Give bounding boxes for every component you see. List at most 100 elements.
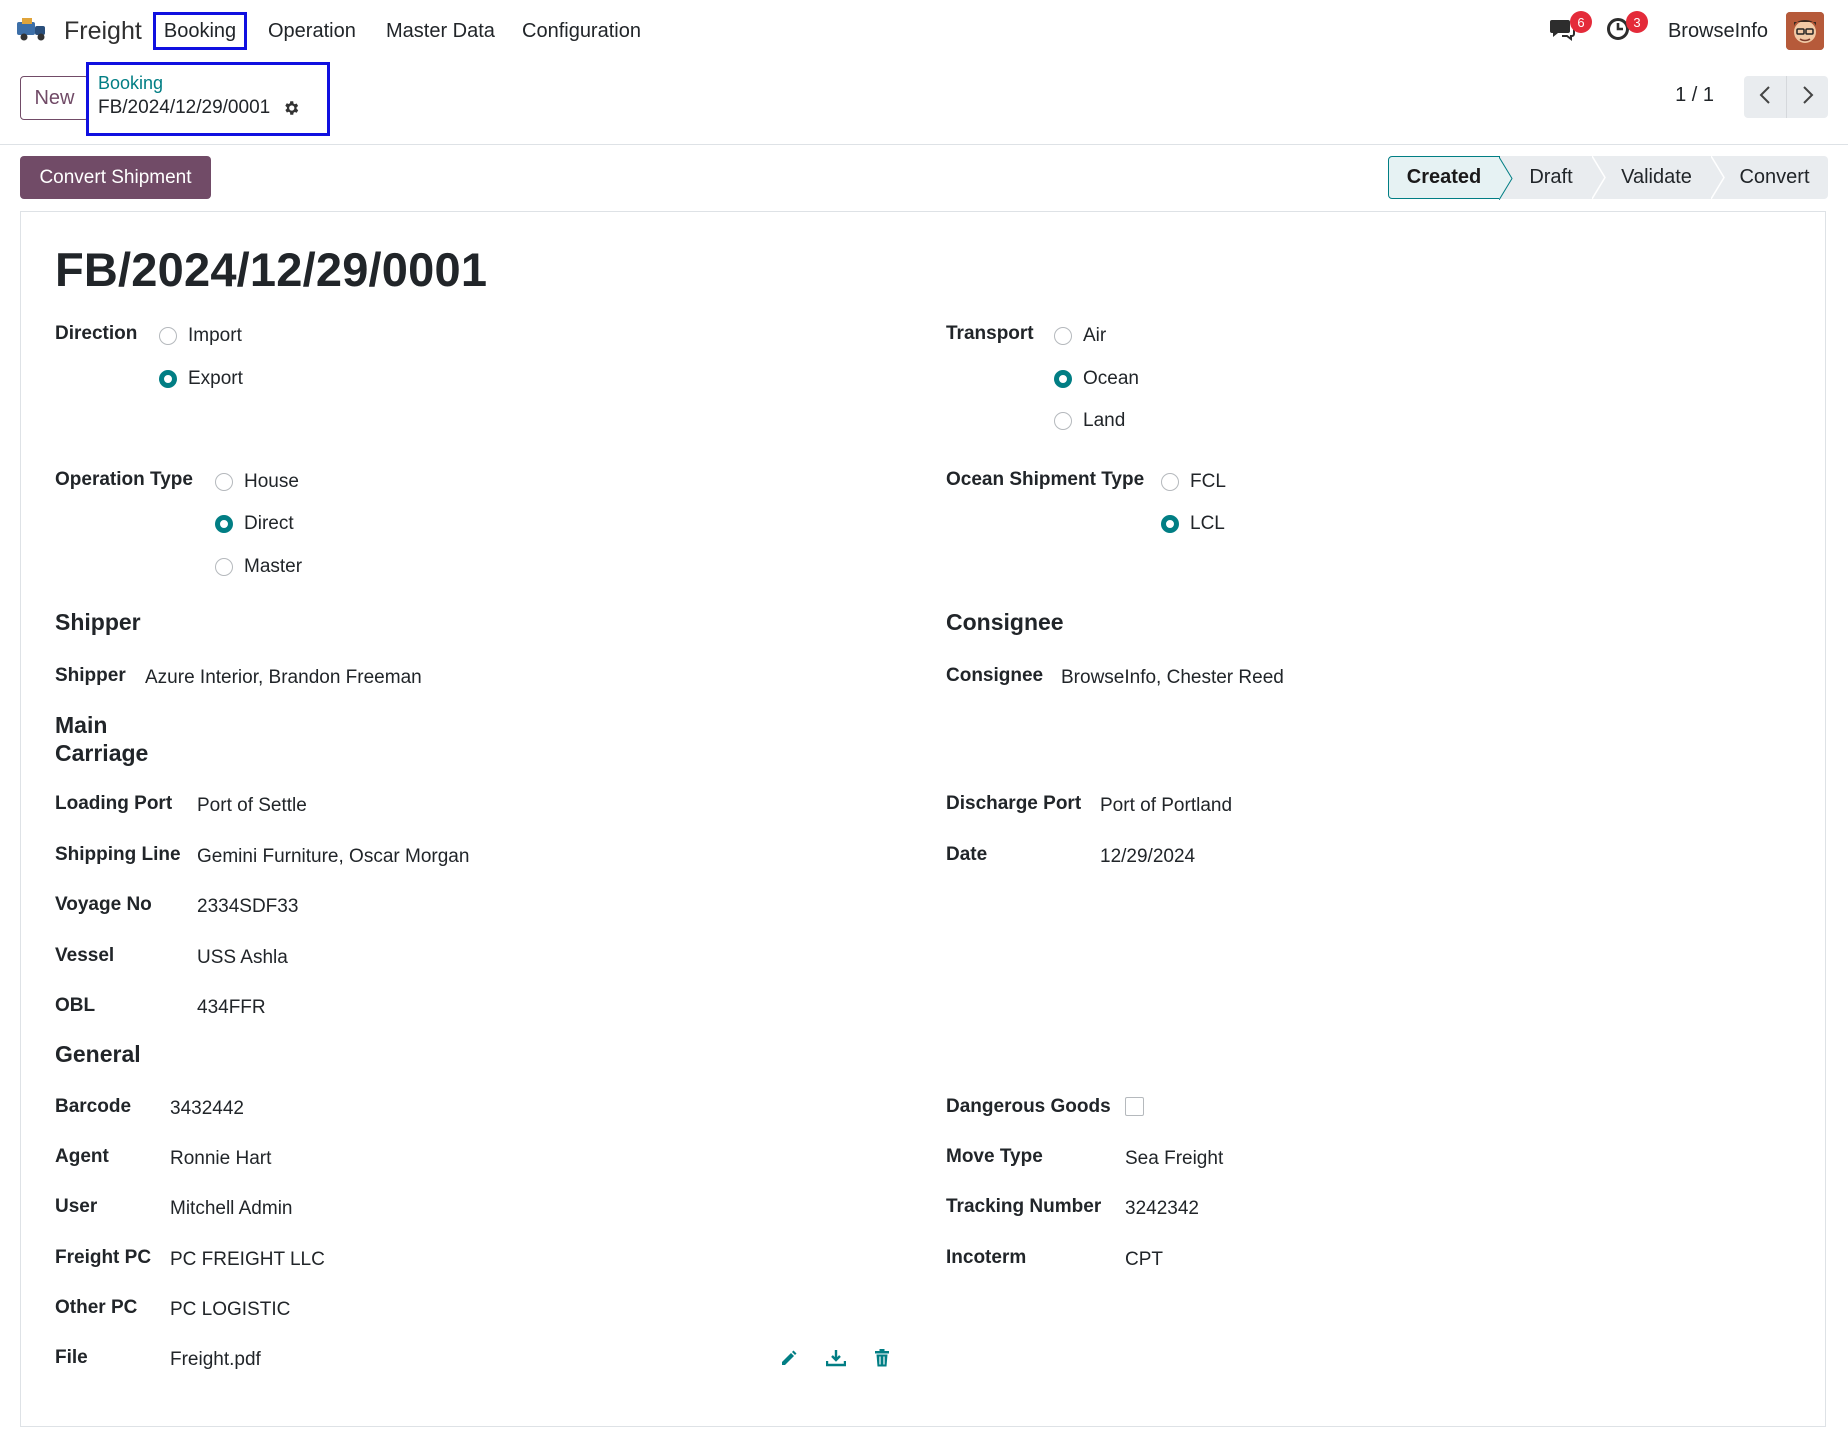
direction-import-radio[interactable]: Import [159, 325, 242, 347]
radio-label: Land [1083, 410, 1126, 431]
dangerous-goods-checkbox[interactable] [1125, 1097, 1144, 1116]
status-bar: Created Draft Validate Convert [1388, 156, 1828, 200]
user-avatar[interactable] [1786, 12, 1824, 50]
messages-badge: 6 [1569, 11, 1592, 33]
stage-created[interactable]: Created [1388, 156, 1513, 200]
stage-validate[interactable]: Validate [1592, 156, 1725, 199]
radio-label: Air [1083, 325, 1107, 346]
breadcrumb-parent-link[interactable]: Booking [98, 73, 327, 94]
radio-label: Export [188, 368, 243, 389]
radio-circle [159, 370, 177, 388]
gear-icon[interactable] [282, 99, 300, 117]
agent-field[interactable]: Ronnie Hart [170, 1148, 271, 1170]
main-carriage-section-title: Main Carriage [55, 711, 148, 767]
pager-value[interactable]: 1 / 1 [1675, 84, 1714, 107]
breadcrumb-current: FB/2024/12/29/0001 [98, 97, 327, 119]
company-switcher[interactable]: BrowseInfo [1668, 20, 1768, 43]
file-field[interactable]: Freight.pdf [170, 1349, 261, 1371]
operation-master-radio[interactable]: Master [215, 556, 302, 578]
menu-booking[interactable]: Booking [153, 12, 247, 50]
vessel-field[interactable]: USS Ashla [197, 947, 288, 969]
operation-direct-radio[interactable]: Direct [215, 513, 294, 535]
radio-label: House [244, 471, 299, 492]
menu-configuration[interactable]: Configuration [522, 12, 641, 50]
radio-circle [1054, 370, 1072, 388]
delete-file-button[interactable] [869, 1347, 895, 1373]
pager-previous-button[interactable] [1744, 76, 1786, 118]
radio-label: Import [188, 325, 242, 346]
radio-circle [215, 473, 233, 491]
radio-circle [1161, 473, 1179, 491]
transport-land-radio[interactable]: Land [1054, 410, 1125, 432]
top-navbar: Freight Booking Operation Master Data Co… [0, 0, 1848, 62]
systray: 6 3 BrowseInfo [1542, 10, 1824, 52]
stage-draft-label: Draft [1529, 166, 1573, 188]
date-field[interactable]: 12/29/2024 [1100, 846, 1195, 868]
stage-draft[interactable]: Draft [1500, 156, 1606, 199]
new-button[interactable]: New [20, 76, 89, 120]
discharge-port-field[interactable]: Port of Portland [1100, 795, 1232, 817]
ocean-fcl-radio[interactable]: FCL [1161, 471, 1226, 493]
move-type-label: Move Type [946, 1146, 1043, 1167]
convert-shipment-button[interactable]: Convert Shipment [20, 156, 211, 199]
operation-house-radio[interactable]: House [215, 471, 299, 493]
main-carriage-title-line: Carriage [55, 740, 149, 766]
radio-circle [1054, 327, 1072, 345]
incoterm-field[interactable]: CPT [1125, 1249, 1163, 1271]
trash-icon [874, 1348, 890, 1372]
activities-button[interactable]: 3 [1598, 11, 1648, 49]
move-type-field[interactable]: Sea Freight [1125, 1148, 1223, 1170]
main-carriage-title-line: Main [55, 712, 108, 738]
consignee-field[interactable]: BrowseInfo, Chester Reed [1061, 667, 1284, 689]
date-label: Date [946, 844, 988, 865]
shipper-section-title: Shipper [55, 609, 141, 635]
agent-label: Agent [55, 1146, 109, 1167]
radio-label: LCL [1190, 513, 1225, 534]
loading-port-field[interactable]: Port of Settle [197, 795, 307, 817]
loading-port-label: Loading Port [55, 793, 173, 814]
app-title[interactable]: Freight [64, 17, 142, 46]
direction-label: Direction [55, 323, 138, 344]
shipping-line-field[interactable]: Gemini Furniture, Oscar Morgan [197, 846, 469, 868]
incoterm-label: Incoterm [946, 1247, 1027, 1268]
download-file-button[interactable] [823, 1347, 849, 1373]
menu-operation[interactable]: Operation [268, 12, 356, 50]
ocean-lcl-radio[interactable]: LCL [1161, 513, 1225, 535]
radio-label: Ocean [1083, 368, 1139, 389]
freight-pc-field[interactable]: PC FREIGHT LLC [170, 1249, 325, 1271]
edit-file-button[interactable] [776, 1347, 802, 1373]
stage-validate-label: Validate [1621, 166, 1692, 188]
other-pc-field[interactable]: PC LOGISTIC [170, 1299, 290, 1321]
menu-master-data[interactable]: Master Data [386, 12, 495, 50]
radio-circle [1054, 412, 1072, 430]
barcode-label: Barcode [55, 1096, 132, 1117]
download-icon [825, 1349, 847, 1372]
voyage-no-field[interactable]: 2334SDF33 [197, 896, 298, 918]
control-panel: New Booking FB/2024/12/29/0001 1 / 1 [0, 62, 1848, 145]
obl-label: OBL [55, 995, 96, 1016]
shipper-field[interactable]: Azure Interior, Brandon Freeman [145, 667, 422, 689]
stage-created-label: Created [1406, 166, 1482, 188]
barcode-field[interactable]: 3432442 [170, 1098, 244, 1120]
consignee-label: Consignee [946, 665, 1044, 686]
obl-field[interactable]: 434FFR [197, 997, 266, 1019]
shipper-label: Shipper [55, 665, 126, 686]
tracking-number-label: Tracking Number [946, 1196, 1102, 1217]
breadcrumb: Booking FB/2024/12/29/0001 [86, 62, 330, 136]
tracking-number-field[interactable]: 3242342 [1125, 1198, 1199, 1220]
shipping-line-label: Shipping Line [55, 844, 181, 865]
chevron-right-icon [1801, 85, 1815, 110]
stage-convert[interactable]: Convert [1711, 156, 1828, 199]
radio-circle [215, 558, 233, 576]
radio-circle [215, 515, 233, 533]
transport-ocean-radio[interactable]: Ocean [1054, 368, 1139, 390]
other-pc-label: Other PC [55, 1297, 138, 1318]
pager-next-button[interactable] [1786, 76, 1828, 118]
consignee-section-title: Consignee [946, 609, 1064, 635]
transport-air-radio[interactable]: Air [1054, 325, 1106, 347]
discharge-port-label: Discharge Port [946, 793, 1082, 814]
app-switcher[interactable]: Freight [16, 14, 142, 48]
messages-button[interactable]: 6 [1542, 11, 1592, 49]
user-field[interactable]: Mitchell Admin [170, 1198, 293, 1220]
direction-export-radio[interactable]: Export [159, 368, 243, 390]
